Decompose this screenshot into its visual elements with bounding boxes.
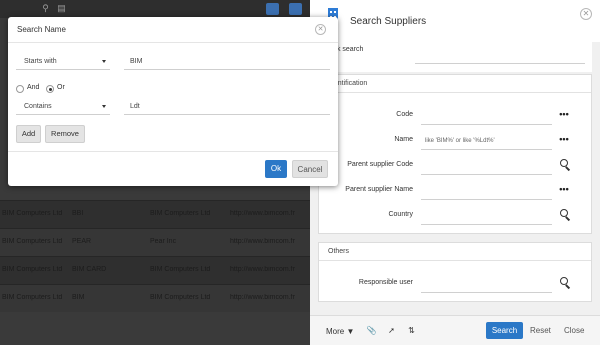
- field-label: Code: [396, 111, 413, 118]
- paperclip-icon[interactable]: 📎: [366, 326, 377, 335]
- divider: [8, 151, 338, 152]
- country-input[interactable]: [421, 209, 552, 225]
- caret-down-icon: ▼: [346, 327, 355, 336]
- field-label: Parent supplier Code: [347, 161, 413, 168]
- search-name-dialog: Search Name ✕ Starts with BIM And Or Con…: [8, 17, 338, 186]
- reset-button[interactable]: Reset: [530, 326, 551, 335]
- more-options-icon[interactable]: •••: [557, 108, 571, 122]
- caret-down-icon: [102, 105, 106, 108]
- table-cell: BBI: [72, 210, 84, 217]
- divider: [8, 42, 338, 43]
- cancel-button[interactable]: Cancel: [292, 160, 328, 178]
- close-button[interactable]: Close: [564, 326, 584, 335]
- panel-footer: More ▼ 📎 ➚ ⇅ Search Reset Close: [310, 315, 600, 345]
- section-title: Others: [319, 243, 591, 261]
- table-cell: BIM Computers Ltd: [150, 266, 211, 273]
- or-radio[interactable]: [46, 85, 54, 93]
- search-icon[interactable]: [560, 277, 572, 289]
- caret-down-icon: [102, 60, 106, 63]
- field-label: Parent supplier Name: [345, 186, 413, 193]
- field-name: Name like 'BIM%' or like '%Ldt%' •••: [319, 130, 593, 152]
- operator-value: Starts with: [24, 58, 57, 65]
- close-icon[interactable]: ✕: [315, 24, 326, 35]
- toolbar-button: [289, 3, 302, 15]
- more-label: More: [326, 327, 345, 336]
- table-row: BIM Computers Ltd BIM BIM Computers Ltd …: [0, 284, 310, 312]
- quick-search: uick search: [318, 42, 592, 72]
- table-cell: BIM Computers Ltd: [2, 294, 63, 301]
- and-radio[interactable]: [16, 85, 24, 93]
- field-label: Name: [394, 136, 413, 143]
- name-input[interactable]: like 'BIM%' or like '%Ldt%': [421, 134, 552, 150]
- search-icon: ⚲: [42, 3, 49, 13]
- field-responsible-user: Responsible user: [319, 273, 593, 295]
- search-button[interactable]: Search: [486, 322, 523, 339]
- filter-icon: ▤: [57, 3, 66, 13]
- table-cell: BIM Computers Ltd: [2, 266, 63, 273]
- table-cell: BIM Computers Ltd: [150, 294, 211, 301]
- table-row: BIM Computers Ltd BBI BIM Computers Ltd …: [0, 200, 310, 228]
- add-button[interactable]: Add: [16, 125, 41, 143]
- panel-title: Search Suppliers: [350, 16, 427, 27]
- operator-select[interactable]: Starts with: [16, 55, 110, 70]
- others-section: Others Responsible user: [318, 242, 592, 302]
- parent-supplier-name-input[interactable]: [421, 184, 552, 200]
- field-parent-supplier-name: Parent supplier Name •••: [319, 180, 593, 202]
- background-toolbar: ⚲ ▤: [0, 0, 310, 18]
- search-icon[interactable]: [560, 159, 572, 171]
- ok-button[interactable]: Ok: [265, 160, 287, 178]
- toolbar-button: [266, 3, 279, 15]
- search-icon[interactable]: [560, 209, 572, 221]
- table-cell: PEAR: [72, 238, 92, 245]
- field-parent-supplier-code: Parent supplier Code: [319, 155, 593, 177]
- value-input[interactable]: BIM: [124, 55, 330, 70]
- table-cell: BIM Computers Ltd: [2, 210, 63, 217]
- responsible-user-input[interactable]: [421, 277, 552, 293]
- remove-button[interactable]: Remove: [45, 125, 85, 143]
- field-country: Country: [319, 205, 593, 227]
- table-row: BIM Computers Ltd BIM CARD BIM Computers…: [0, 256, 310, 284]
- table-cell: http://www.bimcom.fr: [230, 210, 295, 217]
- table-cell: BIM: [72, 294, 85, 301]
- section-title: Identification: [319, 75, 591, 93]
- code-input[interactable]: [421, 109, 552, 125]
- table-cell: http://www.bimcom.fr: [230, 266, 295, 273]
- close-icon[interactable]: ✕: [580, 8, 592, 20]
- field-label: Responsible user: [358, 279, 413, 286]
- field-code: Code •••: [319, 105, 593, 127]
- more-options-icon[interactable]: •••: [557, 183, 571, 197]
- table-cell: BIM Computers Ltd: [2, 238, 63, 245]
- field-label: Country: [388, 211, 413, 218]
- value-input[interactable]: Ldt: [124, 100, 330, 115]
- and-label: And: [27, 84, 40, 91]
- quick-search-input[interactable]: [415, 48, 585, 64]
- table-cell: http://www.bimcom.fr: [230, 294, 295, 301]
- more-options-icon[interactable]: •••: [557, 133, 571, 147]
- parent-supplier-code-input[interactable]: [421, 159, 552, 175]
- dialog-title: Search Name: [17, 25, 66, 34]
- table-cell: BIM CARD: [72, 266, 107, 273]
- or-label: Or: [57, 84, 65, 91]
- identification-section: Identification Code ••• Name like 'BIM%'…: [318, 74, 592, 234]
- table-row: BIM Computers Ltd PEAR Pear Inc http://w…: [0, 228, 310, 256]
- sort-icon[interactable]: ⇅: [406, 326, 417, 335]
- operator-select[interactable]: Contains: [16, 100, 110, 115]
- table-cell: http://www.bimcom.fr: [230, 238, 295, 245]
- pin-icon[interactable]: ➚: [386, 326, 397, 335]
- search-suppliers-panel: Search Suppliers ✕ uick search Identific…: [310, 0, 600, 345]
- more-button[interactable]: More ▼: [326, 327, 354, 336]
- operator-value: Contains: [24, 103, 52, 110]
- table-cell: BIM Computers Ltd: [150, 210, 211, 217]
- table-cell: Pear Inc: [150, 238, 177, 245]
- panel-header: Search Suppliers ✕: [310, 0, 600, 42]
